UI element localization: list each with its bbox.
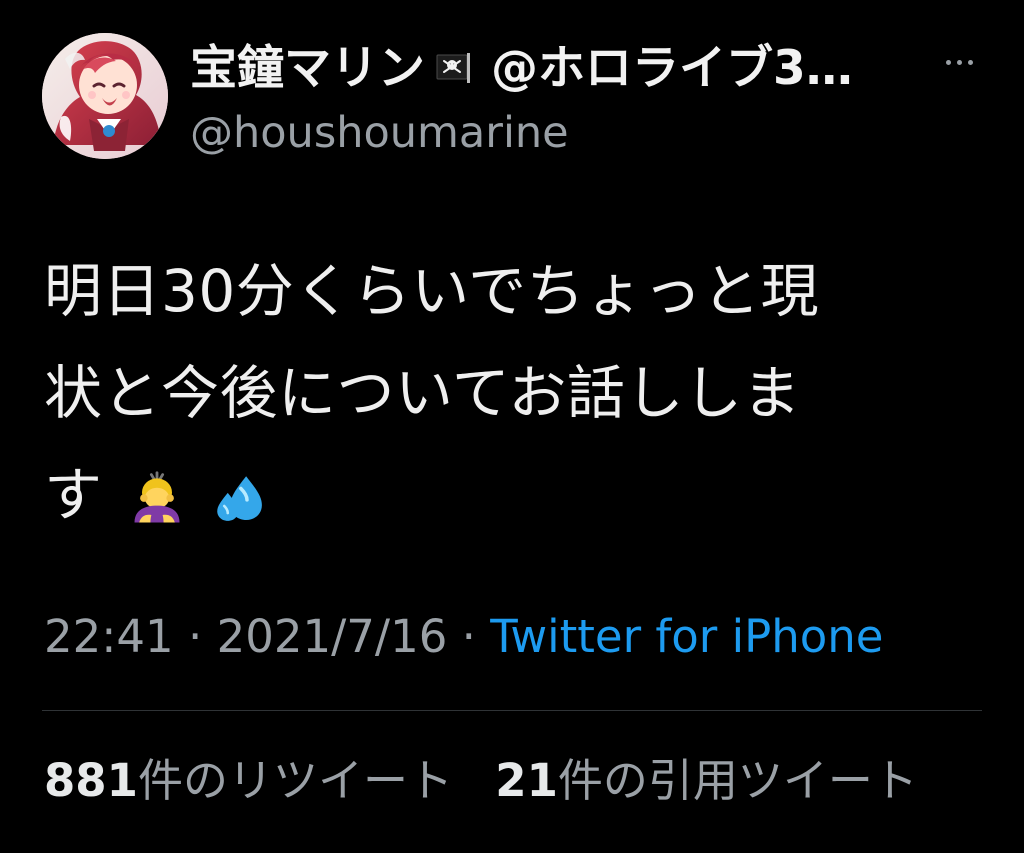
display-name[interactable]: 宝鐘マリン <box>190 45 425 92</box>
avatar[interactable] <box>42 33 168 159</box>
tweet-text-line-3: す <box>44 444 984 546</box>
retweet-label: 件のリツイート <box>137 754 453 807</box>
tweet-text-line-1: 明日30分くらいでちょっと現 <box>44 257 820 325</box>
tweet-date[interactable]: 2021/7/16 <box>217 610 448 663</box>
meta-separator-2: · <box>447 610 491 663</box>
tweet-stats: 881件のリツイート 21件の引用ツイート <box>44 756 918 806</box>
display-name-suffix[interactable]: @ホロライブ3… <box>491 45 853 92</box>
tweet-header: 宝鐘マリン @ホロライブ3… @houshoumarine <box>42 28 1002 168</box>
person-bowing-emoji <box>127 469 187 529</box>
quote-label: 件の引用ツイート <box>557 754 918 807</box>
quote-stat[interactable]: 21件の引用ツイート <box>495 754 918 807</box>
sweat-droplets-emoji <box>212 471 268 527</box>
retweet-count: 881 <box>44 754 138 807</box>
tweet-text-line-2: 状と今後についてお話ししま <box>44 359 802 427</box>
more-horizontal-icon[interactable] <box>944 54 976 70</box>
meta-separator: · <box>173 610 217 663</box>
display-name-row[interactable]: 宝鐘マリン @ホロライブ3… <box>190 38 930 98</box>
quote-count: 21 <box>495 754 558 807</box>
pirate-flag-icon <box>435 51 481 85</box>
tweet-source-link[interactable]: Twitter for iPhone <box>490 610 883 663</box>
handle[interactable]: @houshoumarine <box>190 112 569 155</box>
tweet-time[interactable]: 22:41 <box>44 610 174 663</box>
tweet-text: 明日30分くらいでちょっと現 状と今後についてお話ししま す <box>44 240 984 546</box>
avatar-image <box>42 33 168 159</box>
tweet-text-line-3-text: す <box>44 461 103 529</box>
tweet-detail: 宝鐘マリン @ホロライブ3… @houshoumarine 明日30分くらいでち… <box>0 0 1024 853</box>
tweet-meta: 22:41 · 2021/7/16 · Twitter for iPhone <box>44 612 883 662</box>
stats-divider <box>42 710 982 711</box>
retweet-stat[interactable]: 881件のリツイート <box>44 754 467 807</box>
